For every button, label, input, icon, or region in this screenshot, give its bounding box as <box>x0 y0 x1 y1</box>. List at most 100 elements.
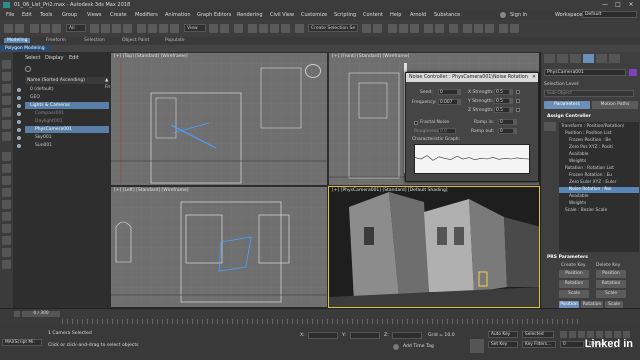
prs-parameters-header[interactable]: PRS Parameters <box>547 255 588 260</box>
workspace-dropdown[interactable]: Default <box>582 11 637 18</box>
menu-create[interactable]: Create <box>110 12 127 18</box>
pan-icon[interactable] <box>614 331 621 338</box>
visibility-icon[interactable] <box>17 103 21 108</box>
create-scale-key-button[interactable]: Scale <box>559 290 589 298</box>
assign-controller-header[interactable]: Assign Controller <box>547 114 591 119</box>
create-panel-icon[interactable] <box>544 54 555 63</box>
unlink-icon[interactable] <box>41 24 50 33</box>
explorer-item[interactable]: PhysCamera001 <box>17 126 109 133</box>
menu-arnold[interactable]: Arnold <box>410 12 426 18</box>
controller-tree-item[interactable]: Noise Rotation : Noi <box>559 187 639 193</box>
previous-frame-icon[interactable] <box>569 331 576 338</box>
explorer-search-icon[interactable] <box>25 66 31 72</box>
noise-dialog-titlebar[interactable]: Noise Controller : PhysCamera001\Noise R… <box>406 73 538 82</box>
percent-snap-icon[interactable] <box>270 24 279 33</box>
explorer-tool-icon[interactable] <box>2 72 11 81</box>
frequency-spinner[interactable] <box>458 99 461 105</box>
align-icon[interactable] <box>373 24 382 33</box>
y-strength-field[interactable]: 0.5 <box>494 98 510 104</box>
filter-tool-icon[interactable] <box>2 120 11 129</box>
visibility-icon[interactable] <box>17 119 21 124</box>
material-editor-icon[interactable] <box>449 24 458 33</box>
menu-customize[interactable]: Customize <box>301 12 327 18</box>
rendered-frame-window-icon[interactable] <box>474 24 483 33</box>
go-to-start-icon[interactable] <box>560 331 567 338</box>
controller-tree-item[interactable]: Frozen Rotation : Eu <box>559 173 639 179</box>
x-strength-checkbox[interactable] <box>516 90 520 94</box>
maxscript-listener[interactable]: MAXScript Mi: <box>2 339 42 346</box>
controller-tree-item[interactable]: Frozen Position : Be <box>559 138 639 144</box>
viewport-front-label[interactable]: [+] [Front] [Standard] [Wireframe] <box>332 54 409 59</box>
menu-edit[interactable]: Edit <box>22 12 32 18</box>
viewport-camera-label[interactable]: [+] [PhysCamera001] [Standard] [Default … <box>332 188 448 193</box>
create-tool-icon[interactable] <box>2 60 11 69</box>
visibility-icon[interactable] <box>17 111 21 116</box>
motion-paths-button[interactable]: Motion Paths <box>592 101 638 109</box>
x-strength-spinner[interactable] <box>510 89 513 95</box>
menu-group[interactable]: Group <box>62 12 77 18</box>
window-crossing-icon[interactable] <box>123 24 132 33</box>
hierarchy-tool-icon[interactable] <box>2 132 11 141</box>
frequency-field[interactable]: 0.007 <box>438 99 458 105</box>
placement-icon[interactable] <box>170 24 179 33</box>
close-button[interactable]: × <box>626 1 636 8</box>
undo-icon[interactable] <box>4 24 13 33</box>
seed-spinner[interactable] <box>458 89 461 95</box>
bones-filter-icon[interactable] <box>2 248 11 257</box>
z-strength-field[interactable]: 0.5 <box>494 107 510 113</box>
visibility-icon[interactable] <box>17 143 21 148</box>
parameters-button[interactable]: Parameters <box>544 101 590 109</box>
hide-tool-icon[interactable] <box>2 96 11 105</box>
move-icon[interactable] <box>137 24 146 33</box>
schematic-view-icon[interactable] <box>435 24 444 33</box>
keyboard-shortcut-icon[interactable] <box>234 24 243 33</box>
menu-modifiers[interactable]: Modifiers <box>135 12 158 18</box>
geometry-filter-icon[interactable] <box>2 152 11 161</box>
ribbon-tab-modeling[interactable]: Modeling <box>4 38 31 43</box>
explorer-item[interactable]: 0 (default) <box>17 86 109 93</box>
pivot-point-icon[interactable] <box>209 24 218 33</box>
render-production-icon[interactable] <box>485 24 494 33</box>
auto-key-button[interactable]: Auto Key <box>488 331 518 338</box>
visibility-icon[interactable] <box>17 95 21 100</box>
delete-rotation-key-button[interactable]: Rotation <box>596 280 626 288</box>
selection-filter-dropdown[interactable]: All <box>66 24 86 32</box>
select-manipulate-icon[interactable] <box>220 24 229 33</box>
snaps-toggle-icon[interactable] <box>248 24 257 33</box>
y-strength-spinner[interactable] <box>510 98 513 104</box>
viewport-left-label[interactable]: [+] [Left] [Standard] [Wireframe] <box>114 188 189 193</box>
delete-scale-key-button[interactable]: Scale <box>596 290 626 298</box>
key-filters-button[interactable]: Key Filters... <box>522 341 556 348</box>
explorer-tab-select[interactable]: Select <box>25 55 40 61</box>
ribbon-tab-object-paint[interactable]: Object Paint <box>122 38 149 43</box>
viewport-camera[interactable]: [+] [PhysCamera001] [Standard] [Default … <box>328 186 540 308</box>
menu-substance[interactable]: Substance <box>434 12 460 18</box>
bind-space-warp-icon[interactable] <box>52 24 61 33</box>
explorer-item[interactable]: Sun001 <box>17 142 109 149</box>
sub-object-dropdown[interactable]: Sub-Object <box>544 90 634 97</box>
freeze-tool-icon[interactable] <box>2 108 11 117</box>
menu-views[interactable]: Views <box>87 12 101 18</box>
viewport-top[interactable]: [+] [Top] [Standard] [Wireframe] <box>110 52 328 186</box>
ramp-out-spinner[interactable] <box>514 128 517 134</box>
groups-filter-icon[interactable] <box>2 224 11 233</box>
explorer-item[interactable]: Compass001 <box>17 110 109 117</box>
explorer-column-header[interactable]: Name (Sorted Ascending) ▲ Frozen <box>25 77 120 90</box>
ribbon-tab-freeform[interactable]: Freeform <box>46 38 66 43</box>
menu-tools[interactable]: Tools <box>40 12 52 18</box>
scale-icon[interactable] <box>159 24 168 33</box>
menu-graph-editors[interactable]: Graph Editors <box>197 12 231 18</box>
shapes-filter-icon[interactable] <box>2 164 11 173</box>
controller-tree-item[interactable]: Available <box>559 194 639 200</box>
ramp-in-spinner[interactable] <box>514 119 517 125</box>
visibility-icon[interactable] <box>17 135 21 140</box>
menu-help[interactable]: Help <box>390 12 401 18</box>
controller-tree-item[interactable]: Zero Euler XYZ : Euler <box>559 180 639 186</box>
maximize-button[interactable]: □ <box>613 1 623 8</box>
viewcube-icon[interactable] <box>305 64 321 78</box>
hierarchy-panel-icon[interactable] <box>570 54 581 63</box>
ribbon-tab-populate[interactable]: Populate <box>165 38 185 43</box>
menu-content[interactable]: Content <box>363 12 383 18</box>
controller-tree-item[interactable]: Weights <box>559 201 639 207</box>
viewport-top-label[interactable]: [+] [Top] [Standard] [Wireframe] <box>114 54 188 59</box>
